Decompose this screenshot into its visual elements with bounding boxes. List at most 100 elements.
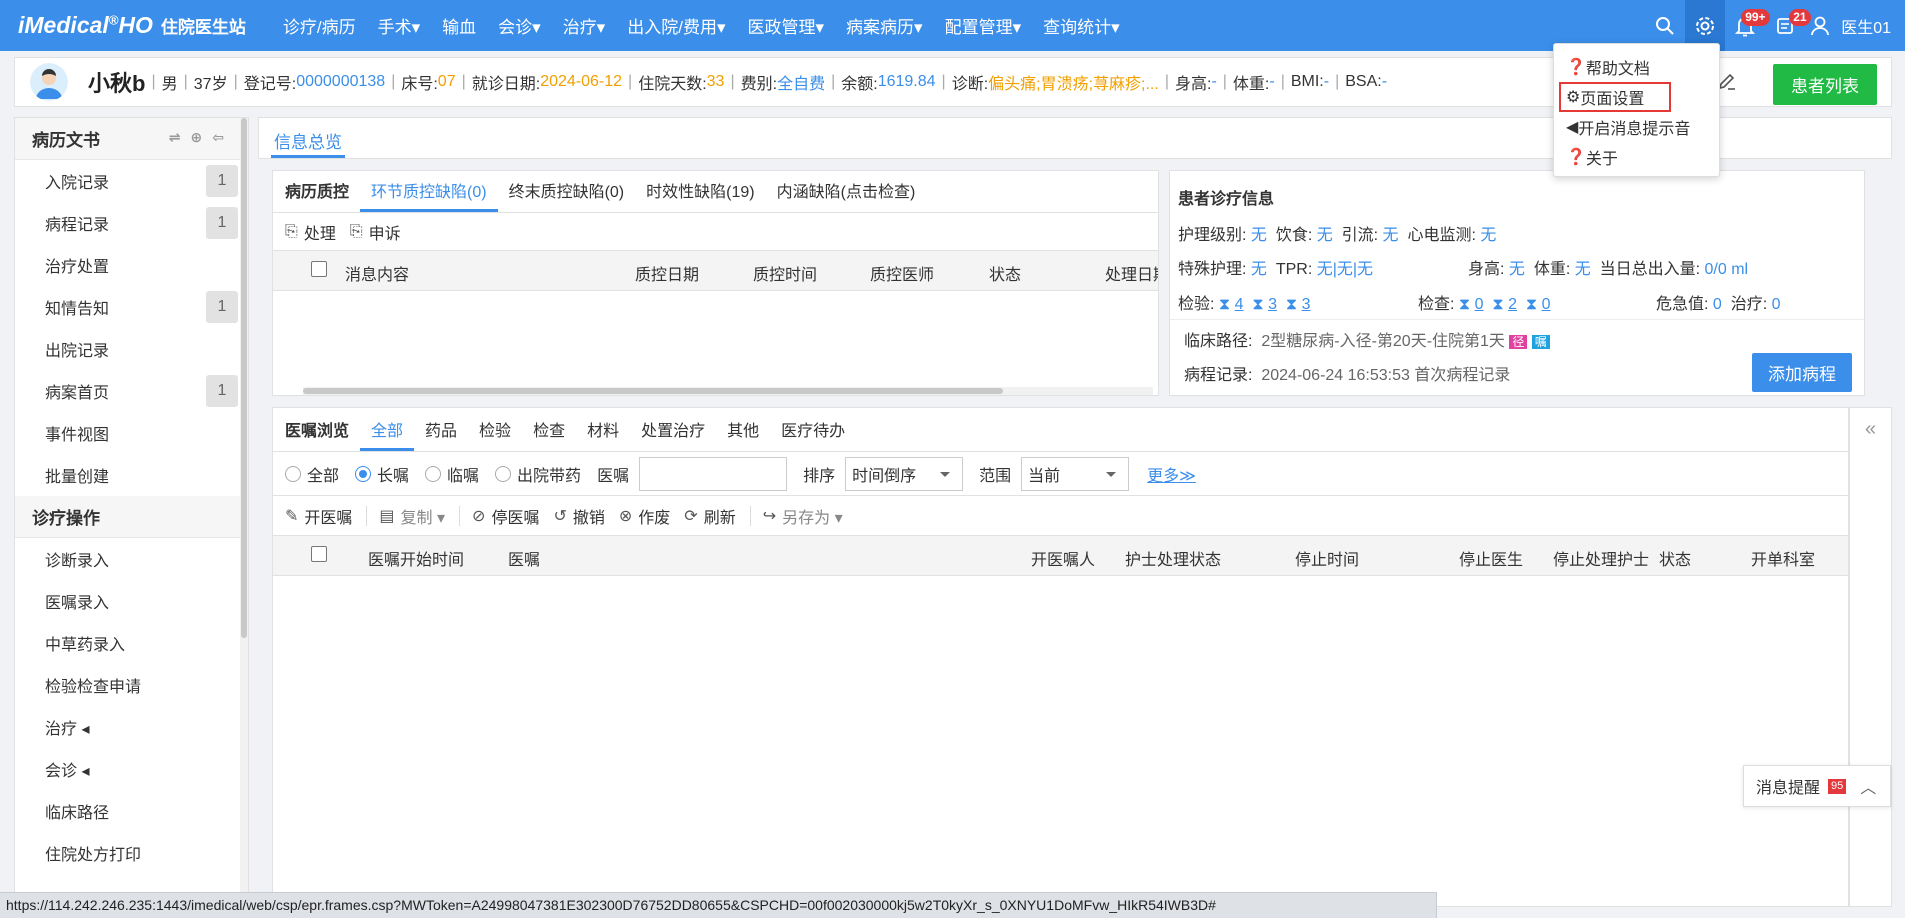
message-icon[interactable]: 21 <box>1765 0 1811 51</box>
select-all-checkbox[interactable] <box>311 261 327 277</box>
sidebar-scrollbar[interactable] <box>240 118 248 906</box>
pathway-value[interactable]: 2型糖尿病-入径-第20天-住院第1天 <box>1261 333 1505 350</box>
sidebar-item-pathway[interactable]: 临床路径 <box>15 790 248 832</box>
sidebar-tool-icons[interactable]: ⇌⊕⇦ <box>169 129 234 146</box>
menu-help-docs[interactable]: ❓ 帮助文档 <box>1554 52 1719 82</box>
sidebar-item-frontpage[interactable]: 病案首页 1 <box>15 370 248 412</box>
add-progress-note-button[interactable]: 添加病程 <box>1752 353 1852 392</box>
more-filters-link[interactable]: 更多≫ <box>1147 462 1196 486</box>
lab-count-3[interactable]: 3 <box>1302 296 1311 313</box>
order-search-label: 医嘱 <box>597 467 630 485</box>
sidebar-item-batch[interactable]: 批量创建 <box>15 454 248 496</box>
save-as-button[interactable]: ↪ 另存为 ▾ <box>763 504 843 528</box>
sidebar-item-diagnosis-entry[interactable]: 诊断录入 <box>15 538 248 580</box>
range-select[interactable]: 当前 <box>1021 456 1130 491</box>
process-label: 处理 <box>303 225 336 243</box>
drain-label: 引流: <box>1341 227 1379 244</box>
sidebar-item-prescription-print[interactable]: 住院处方打印 <box>15 832 248 874</box>
sidebar-item-discharge[interactable]: 出院记录 <box>15 328 248 370</box>
menu-records[interactable]: 病案病历▾ <box>835 13 934 38</box>
app-subtitle: 住院医生站 <box>160 18 246 37</box>
tab-procedure[interactable]: 处置治疗 <box>630 417 716 451</box>
menu-about[interactable]: ❓ 关于 <box>1554 142 1719 172</box>
col-stop-nurse: 停止处理护士 <box>1553 552 1650 569</box>
appeal-button[interactable]: ⎘ 申诉 <box>350 220 401 244</box>
tab-todo[interactable]: 医疗待办 <box>770 417 856 451</box>
exam-count-2[interactable]: 2 <box>1508 296 1517 313</box>
username[interactable]: 医生01 <box>1841 14 1891 38</box>
patient-list-button[interactable]: 患者列表 <box>1773 64 1877 105</box>
tab-overview[interactable]: 信息总览 <box>271 118 345 158</box>
bed-no: 07 <box>437 73 456 90</box>
record-value[interactable]: 2024-06-24 16:53:53 首次病程记录 <box>1261 367 1510 384</box>
sidebar-section-ops[interactable]: 诊疗操作 <box>15 496 248 538</box>
bell-icon[interactable]: 99+ <box>1725 0 1770 51</box>
lab-count-1[interactable]: 4 <box>1235 296 1244 313</box>
tab-material[interactable]: 材料 <box>576 417 630 451</box>
tab-drugs[interactable]: 药品 <box>414 417 468 451</box>
radio-temporary[interactable]: 临嘱 <box>425 462 479 486</box>
exam-count-1[interactable]: 0 <box>1475 296 1484 313</box>
menu-surgery[interactable]: 手术▾ <box>367 13 432 38</box>
sidebar-item-order-entry[interactable]: 医嘱录入 <box>15 580 248 622</box>
critical-value[interactable]: 0 <box>1713 296 1722 313</box>
ecg-value: 无 <box>1480 227 1497 244</box>
radio-discharge-meds[interactable]: 出院带药 <box>495 462 581 486</box>
exam-count-3[interactable]: 0 <box>1542 296 1551 313</box>
diag-value[interactable]: 偏头痛;胃溃疡;荨麻疹;... <box>988 70 1159 94</box>
menu-sound-toggle[interactable]: ◀ 开启消息提示音 <box>1554 112 1719 142</box>
edit-icon[interactable] <box>1717 71 1737 96</box>
order-search-input[interactable] <box>639 456 788 491</box>
process-button[interactable]: ⎘ 处理 <box>285 220 336 244</box>
tab-content-defects[interactable]: 内涵缺陷(点击检查) <box>766 178 927 212</box>
collapse-panel-button[interactable]: « <box>1849 407 1892 907</box>
menu-diagnosis[interactable]: 诊疗/病历 <box>272 13 367 38</box>
menu-admission[interactable]: 出入院/费用▾ <box>616 13 736 38</box>
sidebar-item-events[interactable]: 事件视图 <box>15 412 248 454</box>
radio-long-term[interactable]: 长嘱 <box>355 462 409 486</box>
qc-tabs: 病历质控 环节质控缺陷(0) 终末质控缺陷(0) 时效性缺陷(19) 内涵缺陷(… <box>273 171 1158 213</box>
chevron-up-icon[interactable]: ︿ <box>1860 774 1876 798</box>
tab-exam[interactable]: 检查 <box>522 417 576 451</box>
sidebar-item-herbal-entry[interactable]: 中草药录入 <box>15 622 248 664</box>
sidebar-section-docs[interactable]: 病历文书 ⇌⊕⇦ <box>15 118 248 160</box>
sidebar-item-progress[interactable]: 病程记录 1 <box>15 202 248 244</box>
refresh-button[interactable]: ⟳ 刷新 <box>684 504 735 528</box>
tab-lab[interactable]: 检验 <box>468 417 522 451</box>
lab-count-2[interactable]: 3 <box>1268 296 1277 313</box>
days-label: 住院天数: <box>638 76 707 93</box>
menu-consult[interactable]: 会诊▾ <box>487 13 552 38</box>
pathway-label: 临床路径: <box>1184 333 1253 350</box>
orders-select-all-checkbox[interactable] <box>311 546 327 562</box>
new-order-button[interactable]: ✎ 开医嘱 <box>285 504 352 528</box>
tab-timeliness-defects[interactable]: 时效性缺陷(19) <box>635 178 765 212</box>
radio-all[interactable]: 全部 <box>285 462 339 486</box>
tpr-value[interactable]: 无|无|无 <box>1317 261 1373 278</box>
stop-order-button[interactable]: ⊘ 停医嘱 <box>472 504 539 528</box>
sort-label: 排序 <box>803 467 836 485</box>
message-reminder[interactable]: 消息提醒 95 ︿ <box>1743 765 1891 807</box>
menu-transfusion[interactable]: 输血 <box>431 13 487 38</box>
treat-value[interactable]: 0 <box>1772 296 1781 313</box>
sidebar-item-consent[interactable]: 知情告知 1 <box>15 286 248 328</box>
tab-all[interactable]: 全部 <box>360 417 415 451</box>
sidebar-item-lab-request[interactable]: 检验检查申请 <box>15 664 248 706</box>
tab-other[interactable]: 其他 <box>716 417 770 451</box>
menu-medical-admin[interactable]: 医政管理▾ <box>737 13 836 38</box>
sidebar-item-treatment[interactable]: 治疗处置 <box>15 244 248 286</box>
copy-button[interactable]: ▤ 复制 ▾ <box>379 504 445 528</box>
tab-link-defects[interactable]: 环节质控缺陷(0) <box>360 178 498 212</box>
void-button[interactable]: ⊗ 作废 <box>619 504 670 528</box>
menu-query[interactable]: 查询统计▾ <box>1032 13 1131 38</box>
tab-final-defects[interactable]: 终末质控缺陷(0) <box>498 178 636 212</box>
menu-config[interactable]: 配置管理▾ <box>934 13 1033 38</box>
bsa-value: - <box>1381 73 1388 90</box>
menu-treatment[interactable]: 治疗▾ <box>552 13 617 38</box>
sort-select[interactable]: 时间倒序 <box>845 456 964 491</box>
sidebar-item-consult[interactable]: 会诊 ◂ <box>15 748 248 790</box>
user-icon[interactable] <box>1805 0 1835 51</box>
sidebar-item-treat[interactable]: 治疗 ◂ <box>15 706 248 748</box>
qc-horizontal-scrollbar[interactable] <box>303 387 1153 395</box>
sidebar-item-admission[interactable]: 入院记录 1 <box>15 160 248 202</box>
revoke-button[interactable]: ↺ 撤销 <box>553 504 604 528</box>
